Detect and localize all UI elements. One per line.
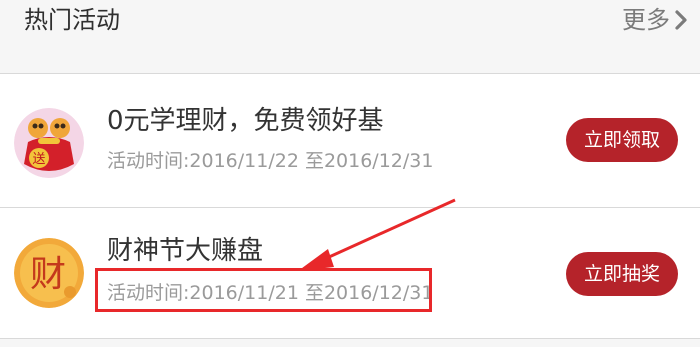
draw-button[interactable]: 立即抽奖 bbox=[566, 252, 678, 296]
bottom-divider bbox=[0, 339, 700, 347]
activity-title: 财神节大赚盘 bbox=[107, 236, 264, 266]
more-label: 更多 bbox=[622, 6, 670, 34]
section-title: 热门活动 bbox=[24, 6, 120, 34]
coin-icon: 财 bbox=[14, 238, 84, 308]
chevron-right-icon bbox=[675, 10, 687, 30]
gift-bag-icon-text: 送 bbox=[32, 152, 45, 167]
more-link[interactable]: 更多 bbox=[622, 4, 688, 36]
red-gift-bag-icon: 送 bbox=[14, 108, 84, 178]
activity-time: 活动时间:2016/11/21 至2016/12/31 bbox=[107, 282, 434, 304]
coin-icon-text: 财 bbox=[30, 254, 66, 295]
claim-button[interactable]: 立即领取 bbox=[566, 118, 678, 162]
activity-item[interactable]: 财 财神节大赚盘 活动时间:2016/11/21 至2016/12/31 立即抽… bbox=[0, 208, 700, 339]
activity-time: 活动时间:2016/11/22 至2016/12/31 bbox=[107, 150, 434, 172]
activity-item[interactable]: 送 0元学理财，免费领好基 活动时间:2016/11/22 至2016/12/3… bbox=[0, 74, 700, 208]
section-header: 热门活动 更多 bbox=[0, 0, 700, 74]
activity-title: 0元学理财，免费领好基 bbox=[107, 106, 384, 136]
